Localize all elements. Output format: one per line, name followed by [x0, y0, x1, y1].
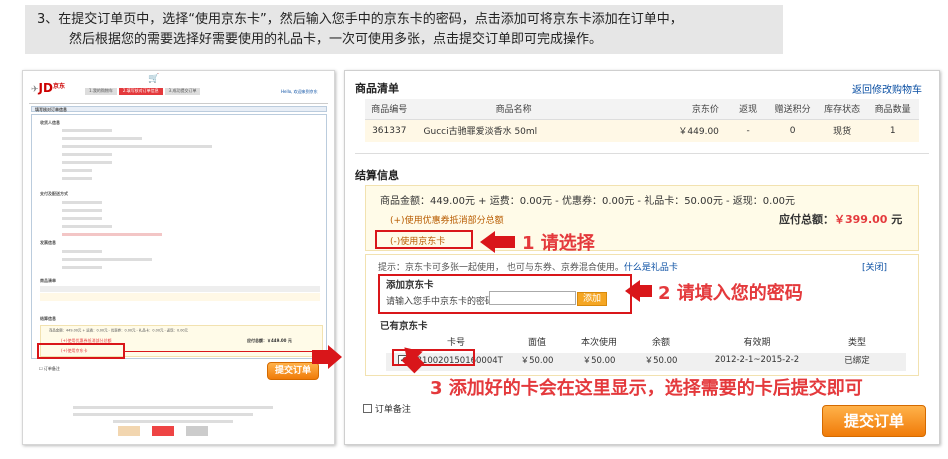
remark-option[interactable]: 订单备注: [363, 402, 411, 415]
due-value: ￥399.00: [834, 213, 888, 226]
col-header: 商品名称: [413, 99, 614, 120]
jdcard-tip: 提示：京东卡可多张一起使用， 也可与东券、京券混合使用。什么是礼品卡: [378, 260, 678, 273]
thumb-highlight-box: [37, 343, 125, 359]
goods-section-title: 商品清单: [355, 82, 399, 95]
thumb-goods-row: [40, 293, 320, 301]
big-arrow-right-icon: [328, 345, 342, 369]
card-validity: 2012-2-1~2015-2-2: [714, 355, 800, 365]
col-header: 商品编号: [365, 99, 414, 120]
card-col-header: 本次使用: [580, 338, 617, 348]
what-is-giftcard-link[interactable]: 什么是礼品卡: [624, 263, 678, 273]
card-col-header: 类型: [847, 338, 866, 348]
arrow-left-icon: [625, 280, 640, 302]
thumb-connector-line: [125, 351, 325, 352]
thumb-settle-line: 商品金额：449.00元 + 运费：0.00元 - 优惠券：0.00元 - 礼品…: [49, 328, 188, 333]
goods-price: ￥449.00: [613, 119, 729, 142]
thumb-goods-title: 商品清单: [40, 278, 56, 283]
goods-stock: 现货: [817, 119, 867, 142]
thumb-login-hint: Hello, 欢迎来到京东: [281, 89, 318, 94]
arrow-left-icon: [480, 231, 495, 253]
cart-icon: 🛒: [148, 74, 160, 84]
goods-row: 361337 Gucci古驰罪爱淡香水 50ml ￥449.00 - 0 现货 …: [365, 119, 919, 142]
thumb-due: 应付总额：￥449.00 元: [247, 338, 292, 343]
thumb-footer-badges: [118, 426, 208, 436]
col-header: 赠送积分: [767, 99, 818, 120]
thumb-step-3: 3.成功提交订单: [164, 88, 201, 95]
add-card-highlight-box: [378, 274, 632, 314]
thumb-payment-lines: [62, 201, 182, 236]
thumb-settle-title: 结算信息: [40, 316, 56, 321]
card-face-value: ￥50.00: [520, 356, 554, 366]
thumb-page-title: 填写核对订单信息: [31, 106, 327, 112]
step-3-label: 3 添加好的卡会在这里显示，选择需要的卡后提交即可: [430, 378, 863, 399]
settle-summary: 商品金额：449.00元 + 运费：0.00元 - 优惠券：0.00元 - 礼品…: [380, 196, 796, 207]
owned-cards-title: 已有京东卡: [380, 321, 428, 332]
goods-table: 商品编号 商品名称 京东价 返现 赠送积分 库存状态 商品数量 361337 G…: [365, 99, 919, 142]
jdcard-tip-text: 提示：京东卡可多张一起使用， 也可与东券、京券混合使用。: [378, 263, 624, 273]
divider: [355, 153, 929, 154]
thumb-receiver-title: 收货人信息: [40, 120, 60, 125]
col-header: 京东价: [613, 99, 729, 120]
goods-points: 0: [767, 119, 818, 142]
jdcard-highlight-box: [375, 230, 473, 249]
submit-order-button[interactable]: 提交订单: [822, 405, 926, 437]
goods-table-header: 商品编号 商品名称 京东价 返现 赠送积分 库存状态 商品数量: [365, 99, 919, 120]
thumb-footer: [73, 406, 273, 423]
thumb-submit-button[interactable]: 提交订单: [267, 362, 319, 380]
thumb-invoice-title: 发票信息: [40, 240, 56, 245]
remark-label: 订单备注: [374, 405, 411, 415]
goods-cashback: -: [728, 119, 768, 142]
card-col-header: 面值: [527, 338, 546, 348]
close-link[interactable]: [关闭]: [862, 260, 887, 273]
instruction-line-2: 然后根据您的需要选择好需要使用的礼品卡，一次可使用多张，点击提交订单即可完成操作…: [69, 32, 603, 47]
col-header: 库存状态: [817, 99, 867, 120]
thumb-payment-title: 支付及配送方式: [40, 191, 68, 196]
divider: [29, 103, 328, 104]
thumb-receiver-lines: [62, 129, 212, 180]
thumb-goods-header: [40, 286, 320, 292]
instruction-line-1: 3、在提交订单页中，选择“使用京东卡”，然后输入您手中的京东卡的密码，点击添加可…: [37, 12, 683, 27]
col-header: 商品数量: [866, 99, 919, 120]
due-label: 应付总额：: [779, 213, 834, 226]
card-col-header: 卡号: [446, 338, 465, 348]
thumb-step-1: 1.我的购物车: [85, 88, 117, 95]
remark-checkbox[interactable]: [363, 404, 372, 413]
card-col-header: 有效期: [743, 338, 771, 348]
arrow-shaft: [640, 285, 652, 297]
card-type: 已绑定: [844, 356, 870, 366]
instruction-banner: 3、在提交订单页中，选择“使用京东卡”，然后输入您手中的京东卡的密码，点击添加可…: [25, 5, 783, 54]
thumb-step-2: 2.填写核对订单信息: [118, 88, 163, 95]
step-1-label: 1 请选择: [522, 233, 595, 254]
arrow-shaft: [495, 236, 515, 248]
card-used: ￥50.00: [582, 356, 616, 366]
big-arrow-shaft: [312, 350, 328, 364]
card-table-header: 卡号 面值 本次使用 余额 有效期 类型: [406, 335, 906, 348]
goods-id: 361337: [365, 119, 414, 142]
coupon-toggle[interactable]: (+)使用优惠券抵消部分总额: [390, 213, 504, 226]
step-2-label: 2 请填入您的密码: [658, 283, 803, 304]
thumb-invoice-lines: [62, 250, 182, 269]
back-to-cart-link[interactable]: 返回修改购物车: [852, 81, 922, 96]
due-unit: 元: [891, 213, 903, 226]
card-balance: ￥50.00: [644, 356, 678, 366]
due-total: 应付总额：￥399.00 元: [779, 211, 902, 227]
settle-section-title: 结算信息: [355, 169, 399, 182]
checkout-page-thumbnail: ✈JD京东 1.我的购物车 2.填写核对订单信息 3.成功提交订单 🛒 Hell…: [22, 70, 335, 445]
goods-qty: 1: [866, 119, 919, 142]
goods-name[interactable]: Gucci古驰罪爱淡香水 50ml: [413, 119, 614, 142]
col-header: 返现: [728, 99, 768, 120]
card-col-header: 余额: [651, 338, 670, 348]
thumb-steps: 1.我的购物车 2.填写核对订单信息 3.成功提交订单: [85, 88, 201, 95]
jd-logo: ✈JD京东: [31, 81, 65, 95]
thumb-form: 收货人信息 支付及配送方式 发票信息 商品清单 结算信息 商品金额：449.00…: [31, 114, 327, 359]
thumb-remark: ☐ 订单备注: [39, 366, 60, 371]
